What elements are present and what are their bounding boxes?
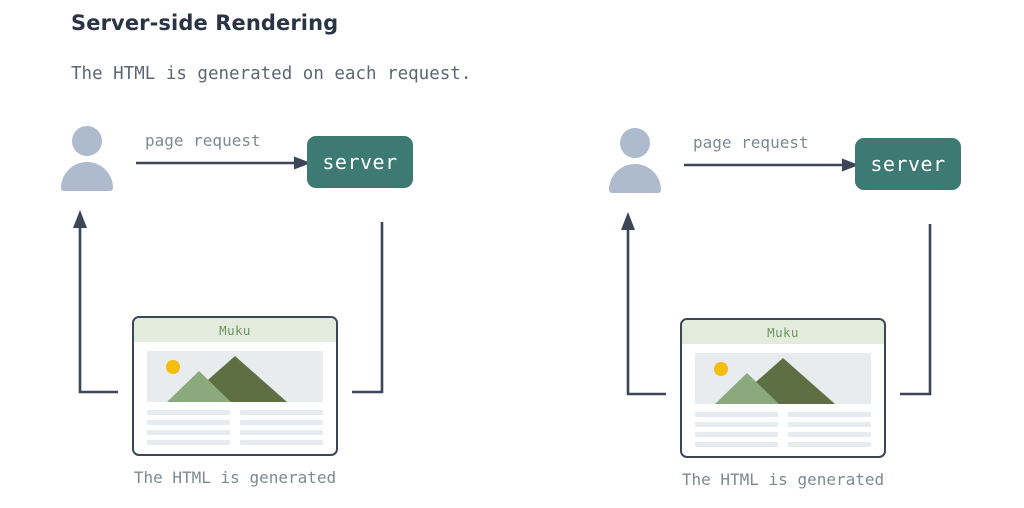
response-path-to-user — [626, 224, 666, 396]
user-person-icon — [58, 126, 116, 191]
text-column-left — [147, 410, 230, 445]
server-box-label: server — [322, 150, 398, 174]
text-line — [240, 420, 323, 425]
browser-title-text: Muku — [767, 324, 799, 340]
browser-titlebar: Muku — [682, 320, 884, 344]
server-to-browser-path — [900, 224, 932, 396]
user-body-shape — [609, 164, 661, 193]
response-arrowhead-icon — [73, 210, 87, 228]
text-line — [240, 410, 323, 415]
browser-title-text: Muku — [219, 322, 251, 338]
text-line — [788, 412, 871, 417]
flow-group-right: page request server Muku The HTML is gen… — [588, 2, 1008, 508]
page-request-arrow-icon — [136, 156, 311, 170]
user-head-shape — [620, 128, 650, 158]
mountain-shapes-icon — [715, 358, 835, 404]
response-path-to-user — [78, 222, 118, 394]
server-box: server — [307, 136, 413, 188]
user-person-icon — [606, 128, 664, 193]
server-to-browser-path — [352, 222, 384, 394]
flow-group-left: page request server Muku The HTML is gen… — [40, 0, 460, 508]
placeholder-text-lines — [695, 412, 871, 447]
mockup-caption: The HTML is generated — [133, 468, 337, 487]
user-head-shape — [72, 126, 102, 156]
server-box-label: server — [870, 152, 946, 176]
text-line — [240, 430, 323, 435]
text-line — [695, 442, 778, 447]
text-column-left — [695, 412, 778, 447]
server-box: server — [855, 138, 961, 190]
page-request-arrow-icon — [684, 158, 859, 172]
page-request-label: page request — [693, 133, 809, 152]
text-line — [695, 412, 778, 417]
placeholder-text-lines — [147, 410, 323, 445]
mockup-caption: The HTML is generated — [681, 470, 885, 489]
text-line — [788, 422, 871, 427]
text-line — [695, 432, 778, 437]
text-line — [147, 440, 230, 445]
response-arrowhead-icon — [621, 212, 635, 230]
browser-titlebar: Muku — [134, 318, 336, 342]
text-column-right — [240, 410, 323, 445]
mountain-shapes-icon — [167, 356, 287, 402]
text-column-right — [788, 412, 871, 447]
page-request-label: page request — [145, 131, 261, 150]
browser-content — [682, 344, 884, 447]
mountain-landscape-image — [695, 353, 871, 404]
browser-mockup: Muku — [132, 316, 338, 456]
browser-mockup: Muku — [680, 318, 886, 458]
text-line — [788, 442, 871, 447]
text-line — [147, 420, 230, 425]
text-line — [147, 410, 230, 415]
browser-content — [134, 342, 336, 445]
mountain-landscape-image — [147, 351, 323, 402]
text-line — [695, 422, 778, 427]
text-line — [147, 430, 230, 435]
user-body-shape — [61, 162, 113, 191]
text-line — [788, 432, 871, 437]
text-line — [240, 440, 323, 445]
